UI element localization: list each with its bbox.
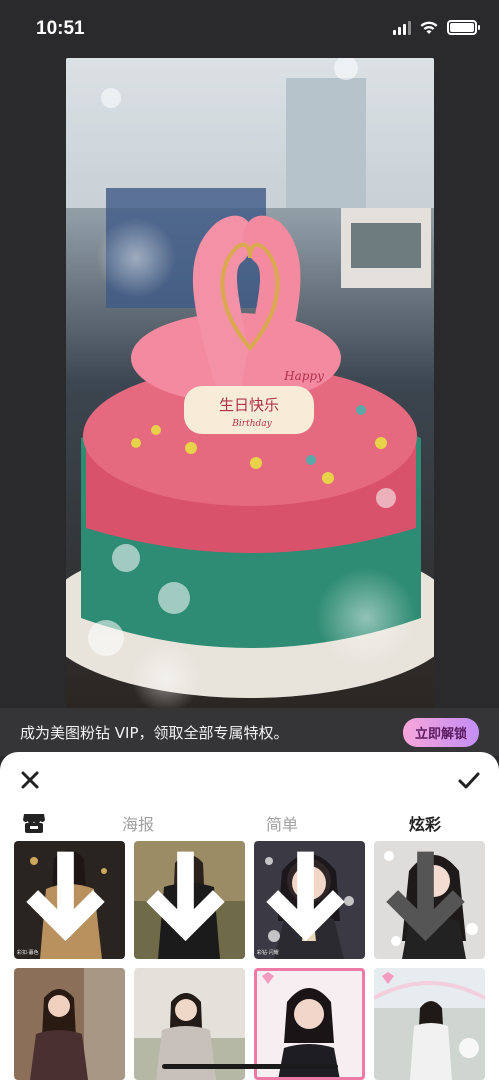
confirm-check-icon[interactable]: [457, 768, 481, 792]
vip-promo-text: 成为美图粉钻 VIP，领取全部专属特权。: [20, 723, 289, 742]
status-bar: 10:51: [0, 0, 499, 58]
cellular-signal-icon: [393, 20, 411, 35]
tab-simple[interactable]: 简单: [266, 811, 298, 835]
category-tabs: 海报 简单 炫彩: [0, 808, 499, 838]
cake-topper-text: 生日快乐: [219, 396, 279, 414]
cake-topper-happy: Happy: [283, 369, 324, 383]
download-icon: [26, 851, 105, 942]
edited-photo-canvas[interactable]: 生日快乐 Happy Birthday: [66, 58, 434, 710]
unlock-button[interactable]: 立即解锁: [402, 717, 479, 747]
tab-colorful[interactable]: 炫彩: [409, 811, 441, 835]
battery-icon: [447, 20, 480, 35]
home-indicator[interactable]: [162, 1064, 338, 1069]
download-icon: [266, 851, 345, 942]
tab-poster[interactable]: 海报: [122, 811, 154, 835]
frame-thumbnail[interactable]: 彩扣·暮色: [14, 841, 125, 959]
download-icon: [386, 851, 465, 942]
vip-promo-banner[interactable]: 成为美图粉钻 VIP，领取全部专属特权。 立即解锁: [0, 708, 499, 756]
frame-thumbnail[interactable]: [14, 968, 125, 1080]
cake-topper-birthday: Birthday: [231, 419, 272, 429]
close-icon[interactable]: [18, 768, 42, 792]
frame-thumbnail[interactable]: [134, 841, 245, 959]
frame-thumbnail[interactable]: [374, 968, 485, 1080]
wifi-icon: [420, 21, 438, 34]
store-icon[interactable]: [22, 812, 46, 834]
frame-selection-panel: 海报 简单 炫彩 彩扣·暮色 彩钻·闪耀: [0, 752, 499, 1080]
status-icons: [393, 20, 480, 35]
status-time: 10:51: [36, 18, 85, 39]
frame-thumbnail[interactable]: [374, 841, 485, 959]
download-icon: [146, 851, 225, 942]
frame-thumbnail[interactable]: 彩钻·闪耀: [254, 841, 365, 959]
